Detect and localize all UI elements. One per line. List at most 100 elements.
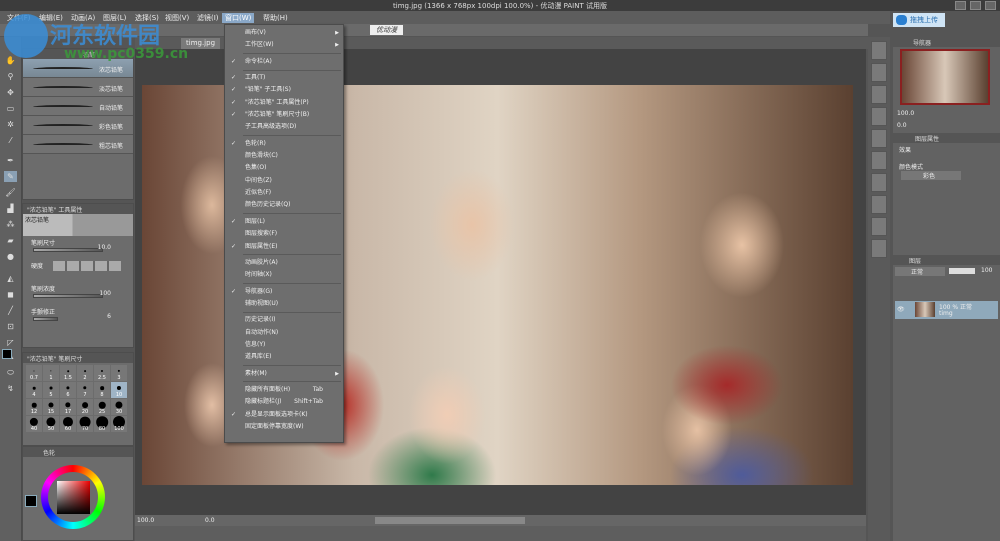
- panel-icon-7[interactable]: [871, 173, 887, 192]
- brush-size-cell[interactable]: 1: [43, 365, 59, 381]
- gradient-icon[interactable]: ◼: [4, 289, 17, 300]
- eraser-icon[interactable]: ▰: [4, 235, 17, 246]
- rotate-value[interactable]: 0.0: [205, 517, 215, 524]
- subtool-item[interactable]: 彩色铅笔: [23, 116, 133, 135]
- pencil-icon[interactable]: ✎: [4, 171, 17, 182]
- menu-item[interactable]: 自动动作(N): [225, 327, 343, 339]
- doc-tab-timg[interactable]: timg.jpg: [181, 38, 221, 49]
- brush-size-cell[interactable]: 17: [60, 399, 76, 415]
- panel-icon-1[interactable]: [871, 41, 887, 60]
- brush-size-cell[interactable]: 10: [111, 382, 127, 398]
- menu-window[interactable]: 窗口(W): [222, 13, 255, 23]
- menu-item[interactable]: 图层搜索(F): [225, 228, 343, 240]
- subtool-item[interactable]: 自动铅笔: [23, 97, 133, 116]
- menu-item[interactable]: 信息(Y): [225, 339, 343, 351]
- horizontal-scrollbar[interactable]: [375, 517, 525, 524]
- saturation-value-square[interactable]: [57, 481, 90, 514]
- brush-size-cell[interactable]: 1.5: [60, 365, 76, 381]
- size-value[interactable]: 10.0: [98, 244, 111, 251]
- maximize-button[interactable]: [970, 1, 981, 10]
- balloon-icon[interactable]: ⬭: [4, 367, 17, 378]
- size-slider[interactable]: [33, 248, 103, 252]
- move-icon[interactable]: ✥: [4, 87, 17, 98]
- menu-item[interactable]: 颜色历史记录(Q): [225, 199, 343, 211]
- menu-file[interactable]: 文件(F): [4, 13, 34, 23]
- menu-item[interactable]: 画布(V) ▶: [225, 27, 343, 39]
- frame-icon[interactable]: ⊡: [4, 321, 17, 332]
- brush-size-cell[interactable]: 2.5: [94, 365, 110, 381]
- menu-animation[interactable]: 动画(A): [68, 13, 98, 23]
- visibility-icon[interactable]: 👁: [897, 306, 905, 313]
- line-icon[interactable]: ╱: [4, 305, 17, 316]
- brush-size-cell[interactable]: 80: [94, 416, 110, 432]
- stabilization-slider[interactable]: [33, 317, 58, 321]
- panel-icon-9[interactable]: [871, 217, 887, 236]
- stabilization-value[interactable]: 6: [107, 313, 111, 320]
- menu-item[interactable]: ✓ 工具(T): [225, 72, 343, 84]
- menu-item[interactable]: 素材(M) ▶: [225, 368, 343, 380]
- brush-size-cell[interactable]: 0.7: [26, 365, 42, 381]
- menu-item[interactable]: ✓ 导航器(G): [225, 286, 343, 298]
- correct-line-icon[interactable]: ↯: [4, 383, 17, 394]
- hue-ring[interactable]: [41, 465, 105, 529]
- close-button[interactable]: [985, 1, 996, 10]
- subtool-item[interactable]: 淡芯铅笔: [23, 78, 133, 97]
- menu-item[interactable]: 颜色滑块(C): [225, 150, 343, 162]
- menu-item[interactable]: ✓ "铅笔" 子工具(S): [225, 84, 343, 96]
- menu-item[interactable]: ✓ "浓芯铅笔" 工具属性(P): [225, 97, 343, 109]
- density-slider[interactable]: [33, 294, 103, 298]
- zoom-value[interactable]: 100.0: [137, 517, 154, 524]
- opacity-value[interactable]: 100: [981, 267, 992, 274]
- menu-item[interactable]: 时间轴(X): [225, 269, 343, 281]
- navigator-zoom[interactable]: 100.0: [897, 110, 914, 117]
- subtool-item[interactable]: 粗芯铅笔: [23, 135, 133, 154]
- zoom-tool-icon[interactable]: ⚲: [4, 71, 17, 82]
- brush-size-cell[interactable]: 70: [77, 416, 93, 432]
- menu-item[interactable]: ✓ "浓芯铅笔" 笔刷尺寸(B): [225, 109, 343, 121]
- menu-item[interactable]: 辅助视图(U): [225, 298, 343, 310]
- menu-item[interactable]: ✓ 命令栏(A): [225, 56, 343, 68]
- hand-icon[interactable]: ✋: [4, 55, 17, 66]
- opacity-slider[interactable]: [949, 268, 975, 274]
- brush-size-cell[interactable]: 12: [26, 399, 42, 415]
- menu-item[interactable]: ✓ 图层属性(E): [225, 241, 343, 253]
- panel-icon-3[interactable]: [871, 85, 887, 104]
- brush-size-cell[interactable]: 8: [94, 382, 110, 398]
- menu-edit[interactable]: 编辑(E): [36, 13, 66, 23]
- menu-item[interactable]: 隐藏所有面板(H) Tab: [225, 384, 343, 396]
- airbrush-icon[interactable]: ▟: [4, 203, 17, 214]
- ruler-icon[interactable]: ◸: [4, 337, 17, 348]
- menu-item[interactable]: 子工具高级选项(D): [225, 121, 343, 133]
- navigator-rotate[interactable]: 0.0: [897, 122, 907, 129]
- menu-view[interactable]: 视图(V): [162, 13, 192, 23]
- menu-item[interactable]: ✓ 色轮(R): [225, 138, 343, 150]
- blend-icon[interactable]: ●: [4, 251, 17, 262]
- navigator-thumbnail[interactable]: [900, 49, 990, 105]
- color-mode-select[interactable]: 彩色: [901, 171, 961, 180]
- panel-icon-10[interactable]: [871, 239, 887, 258]
- menu-layer[interactable]: 图层(L): [100, 13, 129, 23]
- hardness-selector[interactable]: [53, 261, 121, 271]
- menu-help[interactable]: 帮助(H): [260, 13, 291, 23]
- color-main-swatch[interactable]: [25, 495, 37, 507]
- blend-mode-select[interactable]: 正常: [895, 267, 945, 276]
- color-wheel-tab[interactable]: 色轮: [23, 447, 133, 457]
- marquee-icon[interactable]: ▭: [4, 103, 17, 114]
- brush-size-cell[interactable]: 50: [43, 416, 59, 432]
- density-value[interactable]: 100: [100, 290, 111, 297]
- eyedropper-icon[interactable]: ⁄: [4, 135, 17, 146]
- pen-icon[interactable]: ✒: [4, 155, 17, 166]
- brush-size-cell[interactable]: 30: [111, 399, 127, 415]
- subtool-item[interactable]: 浓芯铅笔: [23, 59, 133, 78]
- minimize-button[interactable]: [955, 1, 966, 10]
- layer-row[interactable]: 👁 100 % 正常 timg: [895, 301, 998, 319]
- panel-icon-5[interactable]: [871, 129, 887, 148]
- menu-item[interactable]: 隐藏标题栏(J) Shift+Tab: [225, 396, 343, 408]
- fill-icon[interactable]: ◭: [4, 273, 17, 284]
- panel-icon-6[interactable]: [871, 151, 887, 170]
- menu-item[interactable]: ✓ 图层(L): [225, 216, 343, 228]
- menu-item[interactable]: 动画胶片(A): [225, 257, 343, 269]
- menu-item[interactable]: 道具库(E): [225, 351, 343, 363]
- brush-size-cell[interactable]: 40: [26, 416, 42, 432]
- brush-size-cell[interactable]: 20: [77, 399, 93, 415]
